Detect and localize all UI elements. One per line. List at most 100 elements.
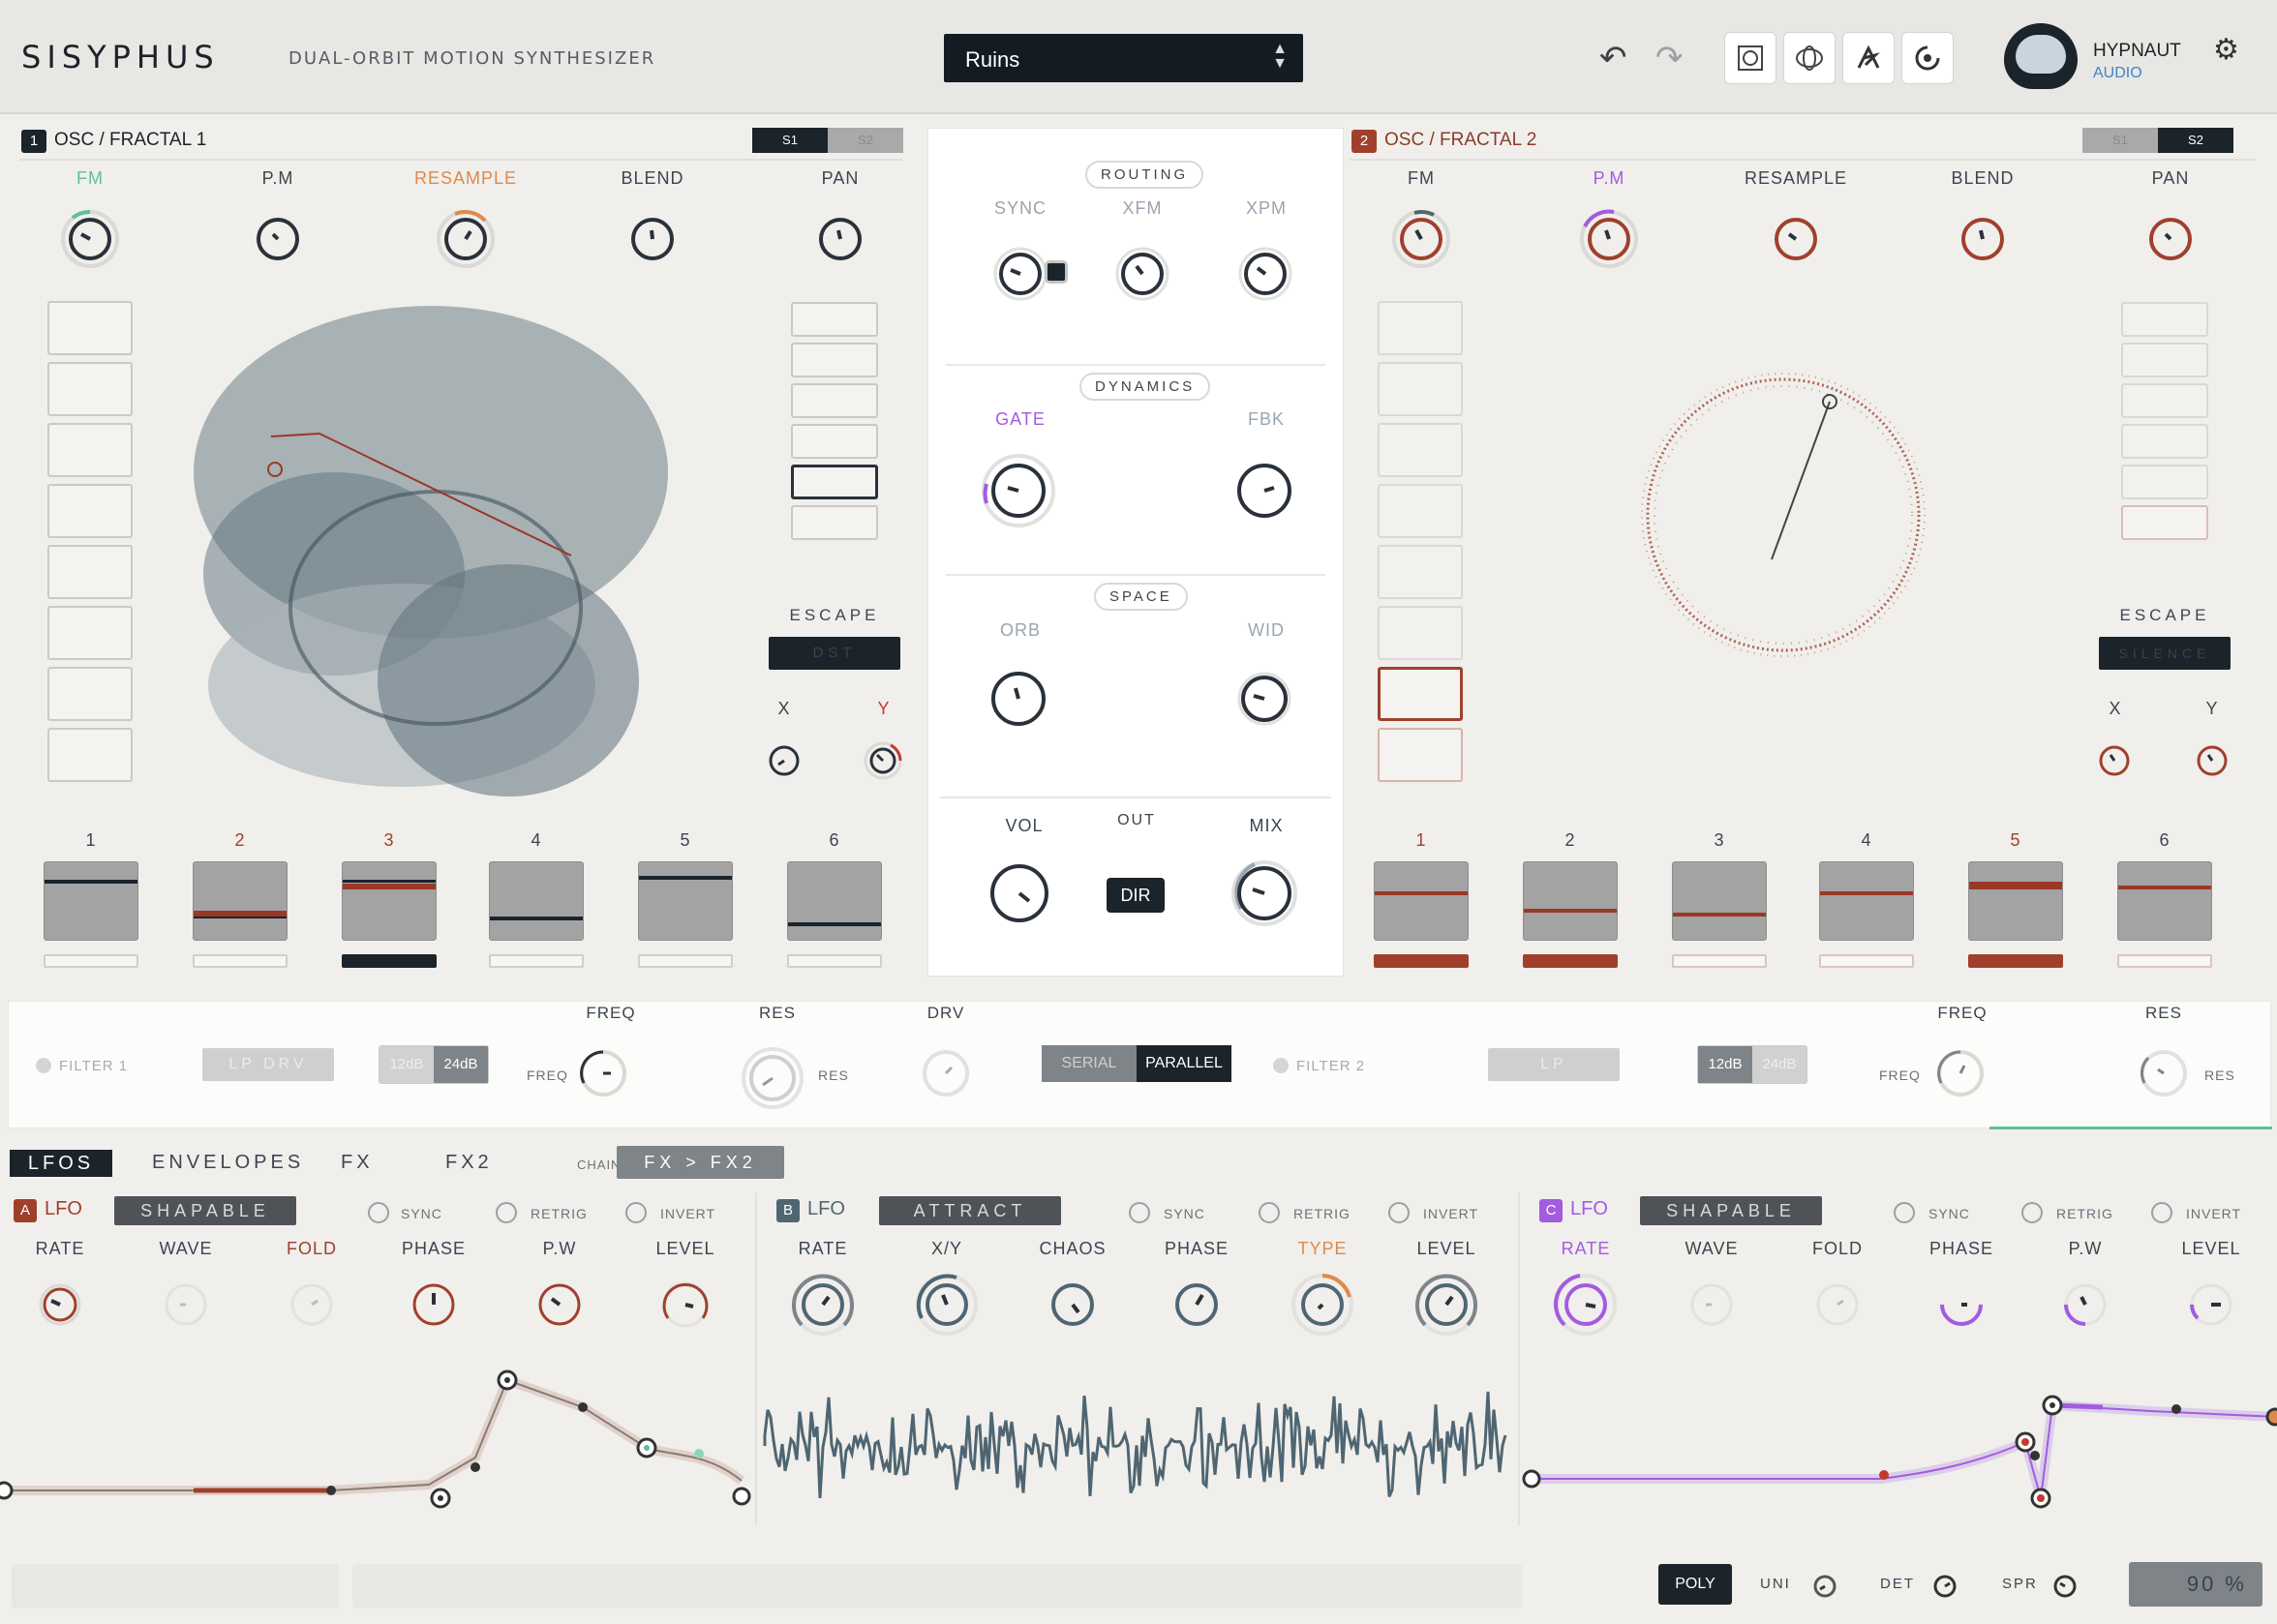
osc2-fm-knob[interactable] (1387, 205, 1455, 273)
filter2-slope-toggle[interactable]: 12dB 24dB (1697, 1045, 1807, 1084)
lfo-c-invert-radio[interactable] (2151, 1202, 2172, 1223)
chain-dropdown[interactable]: FX > FX2 (617, 1146, 784, 1179)
osc2-slot-2[interactable] (1523, 861, 1618, 941)
osc1-pan-knob[interactable] (806, 205, 874, 273)
lfo-b-retrig-radio[interactable] (1259, 1202, 1280, 1223)
redo-icon[interactable]: ↷ (1655, 39, 1684, 77)
filter1-12db[interactable]: 12dB (380, 1046, 434, 1083)
filter1-24db[interactable]: 24dB (434, 1046, 488, 1083)
osc2-slot-3[interactable] (1672, 861, 1767, 941)
lfo-a-retrig-radio[interactable] (496, 1202, 517, 1223)
osc1-shape-btn-3[interactable] (47, 423, 133, 477)
osc2-slot-4[interactable] (1819, 861, 1914, 941)
osc1-pm-knob[interactable] (244, 205, 312, 273)
osc2-shape-btn-1[interactable] (1378, 301, 1463, 355)
osc1-map-btn-4[interactable] (791, 424, 878, 459)
osc2-pm-knob[interactable] (1575, 205, 1643, 273)
osc1-slot-4[interactable] (489, 861, 584, 941)
xfm-knob[interactable] (1111, 243, 1173, 305)
osc2-slot-toggle[interactable]: S1 S2 (2082, 128, 2233, 153)
uni-label[interactable]: UNI (1760, 1576, 1791, 1592)
reset-button[interactable] (1901, 32, 1954, 84)
sync-toggle[interactable] (1045, 260, 1068, 284)
osc2-s1[interactable]: S1 (2082, 128, 2158, 153)
xpm-knob[interactable] (1234, 243, 1296, 305)
lfo-c-wave-knob[interactable] (1679, 1272, 1745, 1338)
osc1-shape-btn-8[interactable] (47, 728, 133, 782)
osc1-slot-6[interactable] (787, 861, 882, 941)
view-fractal-button[interactable] (1842, 32, 1895, 84)
lfo-b-level-knob[interactable] (1413, 1272, 1479, 1338)
osc2-x-knob[interactable] (2095, 741, 2134, 780)
osc1-map-btn-6[interactable] (791, 505, 878, 540)
osc2-map-btn-5[interactable] (2121, 465, 2208, 499)
view-square-button[interactable] (1724, 32, 1776, 84)
osc2-s2[interactable]: S2 (2158, 128, 2233, 153)
osc2-escape-dropdown[interactable]: SILENCE (2099, 637, 2231, 670)
filter2-24db[interactable]: 24dB (1752, 1046, 1806, 1083)
filter2-res-knob[interactable] (2135, 1044, 2193, 1102)
osc2-shape-btn-4[interactable] (1378, 484, 1463, 538)
osc1-slot6-bar[interactable] (787, 954, 882, 968)
view-sphere-button[interactable] (1783, 32, 1836, 84)
det-knob[interactable] (1930, 1572, 1959, 1601)
lfo-c-retrig-radio[interactable] (2021, 1202, 2043, 1223)
lfo-b-mode-dropdown[interactable]: ATTRACT (879, 1196, 1061, 1225)
osc2-shape-btn-5[interactable] (1378, 545, 1463, 599)
lfo-c-sync-radio[interactable] (1894, 1202, 1915, 1223)
filter1-drv-knob[interactable] (917, 1044, 975, 1102)
osc1-map-btn-5[interactable] (791, 465, 878, 499)
filter2-freq-knob[interactable] (1931, 1044, 1989, 1102)
lfo-c-fold-knob[interactable] (1805, 1272, 1870, 1338)
filter2-12db[interactable]: 12dB (1698, 1046, 1752, 1083)
osc2-slot5-bar[interactable] (1968, 954, 2063, 968)
osc2-slot4-bar[interactable] (1819, 954, 1914, 968)
osc1-map-btn-3[interactable] (791, 383, 878, 418)
osc2-pan-knob[interactable] (2137, 205, 2204, 273)
osc1-slot-3[interactable] (342, 861, 437, 941)
osc2-y-knob[interactable] (2193, 741, 2231, 780)
osc1-shape-btn-5[interactable] (47, 545, 133, 599)
osc2-blend-knob[interactable] (1949, 205, 2017, 273)
mix-knob[interactable] (1226, 855, 1303, 932)
osc1-s1[interactable]: S1 (752, 128, 828, 153)
filter1-type-dropdown[interactable]: LP DRV (202, 1048, 334, 1081)
osc2-shape-btn-6[interactable] (1378, 606, 1463, 660)
osc2-shape-btn-2[interactable] (1378, 362, 1463, 416)
lfo-c-mode-dropdown[interactable]: SHAPABLE (1640, 1196, 1822, 1225)
osc2-slot6-bar[interactable] (2117, 954, 2212, 968)
lfo-b-sync-radio[interactable] (1129, 1202, 1150, 1223)
lfo-a-mode-dropdown[interactable]: SHAPABLE (114, 1196, 296, 1225)
osc1-resample-knob[interactable] (432, 205, 500, 273)
lfo-c-phase-knob[interactable] (1928, 1272, 1994, 1338)
osc1-s2[interactable]: S2 (828, 128, 903, 153)
gate-knob[interactable] (975, 447, 1062, 534)
settings-gear-icon[interactable]: ⚙ (2213, 33, 2239, 67)
osc1-escape-dropdown[interactable]: DST (769, 637, 900, 670)
osc1-shape-btn-7[interactable] (47, 667, 133, 721)
osc2-shape-btn-3[interactable] (1378, 423, 1463, 477)
lfo-b-rate-knob[interactable] (790, 1272, 856, 1338)
osc2-slot1-bar[interactable] (1374, 954, 1469, 968)
osc1-map-btn-1[interactable] (791, 302, 878, 337)
osc1-slot2-bar[interactable] (193, 954, 288, 968)
uni-knob[interactable] (1810, 1572, 1839, 1601)
preset-selector[interactable]: Ruins ▲ ▼ (944, 34, 1303, 82)
osc1-shape-btn-6[interactable] (47, 606, 133, 660)
parallel-button[interactable]: PARALLEL (1137, 1045, 1231, 1082)
filter1-led[interactable] (36, 1058, 51, 1073)
osc2-map-btn-2[interactable] (2121, 343, 2208, 377)
osc2-map-btn-6[interactable] (2121, 505, 2208, 540)
spr-knob[interactable] (2050, 1572, 2080, 1601)
osc1-shape-btn-2[interactable] (47, 362, 133, 416)
lfo-a-level-knob[interactable] (658, 1278, 713, 1332)
lfo-b-xy-knob[interactable] (914, 1272, 980, 1338)
osc1-x-knob[interactable] (765, 741, 804, 780)
osc1-blend-knob[interactable] (619, 205, 686, 273)
lfo-a-sync-radio[interactable] (368, 1202, 389, 1223)
lfo-a-wave-knob[interactable] (159, 1278, 213, 1332)
mod-tab-fx2[interactable]: FX2 (445, 1152, 493, 1174)
serial-button[interactable]: SERIAL (1042, 1045, 1137, 1082)
filter2-type-dropdown[interactable]: LP (1488, 1048, 1620, 1081)
lfo-b-phase-knob[interactable] (1164, 1272, 1230, 1338)
